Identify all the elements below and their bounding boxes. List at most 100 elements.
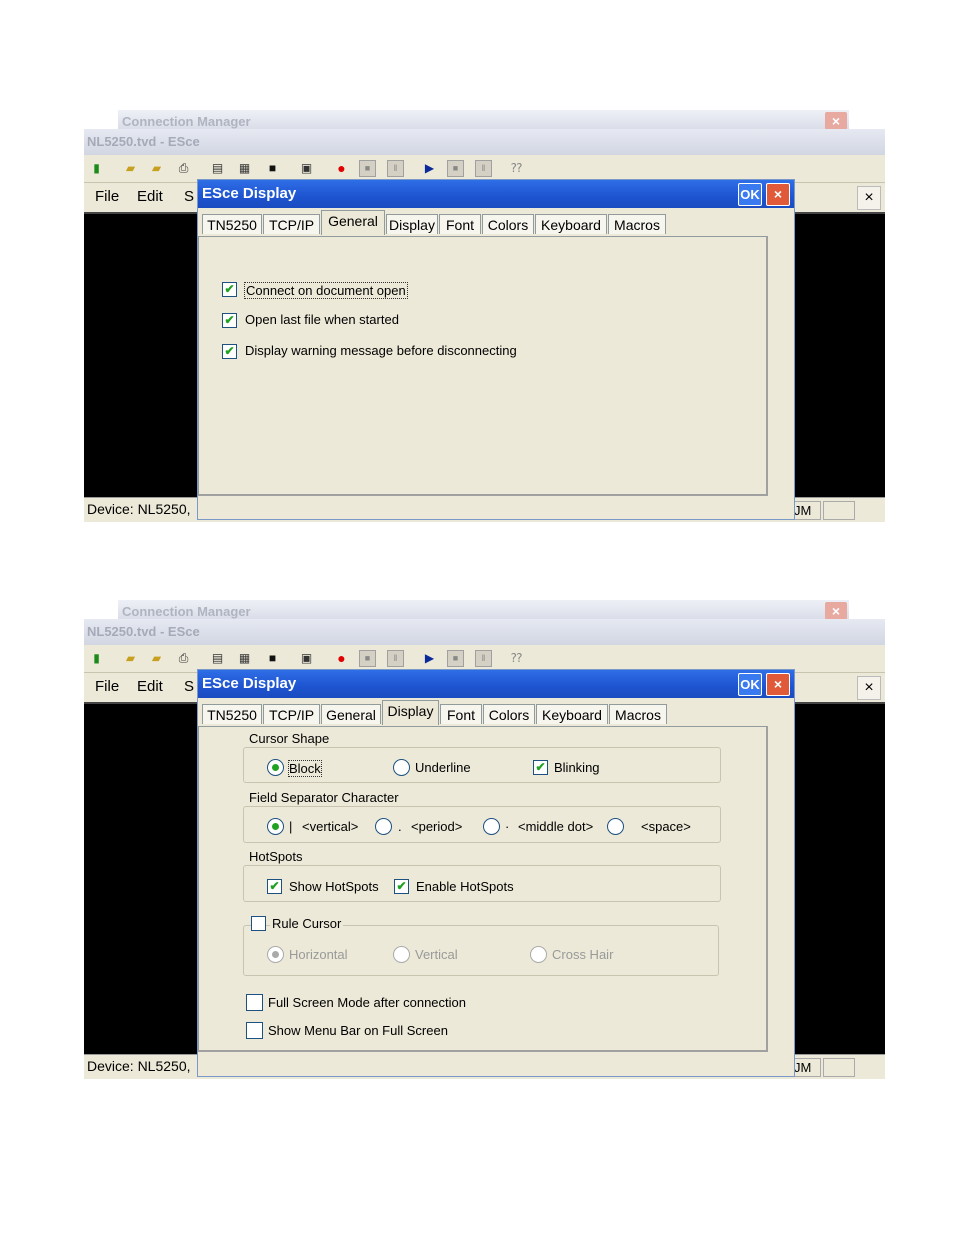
warning-disconnect-label[interactable]: Display warning message before disconnec… [245,343,517,358]
separator-period-radio[interactable] [375,818,392,835]
separator-vertical-label[interactable]: <vertical> [302,819,358,834]
tab-colors[interactable]: Colors [482,214,534,234]
separator-space-label[interactable]: <space> [641,819,691,834]
rule-cursor-title[interactable]: Rule Cursor [270,916,344,931]
cursor-blinking-checkbox[interactable]: ✔ [533,760,548,775]
dialog-close-button[interactable]: × [766,183,790,206]
copy-icon[interactable]: ▤ [209,160,226,177]
tab-tcpip[interactable]: TCP/IP [263,704,320,724]
stop-icon[interactable]: ■ [359,650,376,667]
main-close-button[interactable]: × [857,186,881,210]
paste-icon[interactable]: ▦ [236,650,253,667]
monitor-icon[interactable]: ■ [264,160,281,177]
dialog-title: ESce Display [202,185,297,202]
paste-icon[interactable]: ▦ [236,160,253,177]
open-last-file-label[interactable]: Open last file when started [245,312,399,327]
tab-general[interactable]: General [321,210,385,235]
menu-file[interactable]: File [95,188,119,205]
rule-horizontal-radio[interactable] [267,946,284,963]
separator-vertical-radio[interactable] [267,818,284,835]
menu-partial[interactable]: S [184,188,194,205]
connect-on-open-checkbox[interactable]: ✔ [222,282,237,297]
help-icon[interactable]: ⁇ [508,160,525,177]
separator-middle-dot-label[interactable]: <middle dot> [518,819,593,834]
pause-icon[interactable]: ‖ [387,160,404,177]
record-icon[interactable]: ● [333,650,350,667]
separator-space-radio[interactable] [607,818,624,835]
separator-period-label[interactable]: <period> [411,819,462,834]
stop-play-icon[interactable]: ■ [447,650,464,667]
tab-font[interactable]: Font [439,214,481,234]
enable-hotspots-checkbox[interactable]: ✔ [394,879,409,894]
connect-icon[interactable]: ▮ [88,650,105,667]
capture-icon[interactable]: ▣ [298,650,315,667]
stop-play-icon[interactable]: ■ [447,160,464,177]
record-icon[interactable]: ● [333,160,350,177]
open-folder-icon[interactable]: ▰ [122,160,139,177]
full-screen-label[interactable]: Full Screen Mode after connection [268,995,466,1010]
tab-display[interactable]: Display [386,214,438,234]
menu-edit[interactable]: Edit [137,678,163,695]
capture-icon[interactable]: ▣ [298,160,315,177]
full-screen-checkbox[interactable] [246,994,263,1011]
tab-tcpip[interactable]: TCP/IP [263,214,320,234]
main-close-button[interactable]: × [857,676,881,700]
tab-general[interactable]: General [321,704,381,724]
tab-tn5250[interactable]: TN5250 [202,214,262,234]
show-hotspots-label[interactable]: Show HotSpots [289,879,379,894]
warning-disconnect-checkbox[interactable]: ✔ [222,344,237,359]
connection-manager-titlebar: Connection Manager × [118,110,849,130]
tab-keyboard[interactable]: Keyboard [535,214,607,234]
tab-keyboard[interactable]: Keyboard [536,704,608,724]
connect-on-open-label[interactable]: Connect on document open [244,282,408,299]
cursor-block-label[interactable]: Block [288,760,322,777]
rule-vertical-label[interactable]: Vertical [415,947,458,962]
menu-bar-label[interactable]: Show Menu Bar on Full Screen [268,1023,448,1038]
dialog-ok-button[interactable]: OK [738,183,762,206]
tab-display[interactable]: Display [382,700,439,725]
rule-cross-hair-label[interactable]: Cross Hair [552,947,613,962]
pause-play-icon[interactable]: ‖ [475,160,492,177]
connection-manager-close-button[interactable]: × [825,112,847,130]
open-last-file-checkbox[interactable]: ✔ [222,313,237,328]
cursor-underline-label[interactable]: Underline [415,760,471,775]
rule-cross-hair-radio[interactable] [530,946,547,963]
help-icon[interactable]: ⁇ [508,650,525,667]
cursor-underline-radio[interactable] [393,759,410,776]
rule-vertical-radio[interactable] [393,946,410,963]
pause-icon[interactable]: ‖ [387,650,404,667]
tab-colors[interactable]: Colors [483,704,535,724]
connect-icon[interactable]: ▮ [88,160,105,177]
show-hotspots-checkbox[interactable]: ✔ [267,879,282,894]
cursor-block-radio[interactable] [267,759,284,776]
play-icon[interactable]: ▶ [421,650,438,667]
open-folder-icon[interactable]: ▰ [122,650,139,667]
dialog-ok-button[interactable]: OK [738,673,762,696]
cursor-blinking-label[interactable]: Blinking [554,760,600,775]
menu-file[interactable]: File [95,678,119,695]
status-box [823,1058,855,1077]
monitor-icon[interactable]: ■ [264,650,281,667]
stop-icon[interactable]: ■ [359,160,376,177]
connection-manager-title: Connection Manager [122,114,251,129]
pause-play-icon[interactable]: ‖ [475,650,492,667]
save-folder-icon[interactable]: ▰ [148,650,165,667]
enable-hotspots-label[interactable]: Enable HotSpots [416,879,514,894]
menu-partial[interactable]: S [184,678,194,695]
tab-macros[interactable]: Macros [608,214,666,234]
tab-tn5250[interactable]: TN5250 [202,704,262,724]
dialog-close-button[interactable]: × [766,673,790,696]
tab-macros[interactable]: Macros [609,704,667,724]
copy-icon[interactable]: ▤ [209,650,226,667]
separator-middle-dot-radio[interactable] [483,818,500,835]
play-icon[interactable]: ▶ [421,160,438,177]
save-folder-icon[interactable]: ▰ [148,160,165,177]
menu-bar-checkbox[interactable] [246,1022,263,1039]
rule-horizontal-label[interactable]: Horizontal [289,947,348,962]
rule-cursor-checkbox[interactable] [251,916,266,931]
connection-manager-close-button[interactable]: × [825,602,847,620]
print-icon[interactable]: ⎙ [175,650,192,667]
tab-font[interactable]: Font [440,704,482,724]
menu-edit[interactable]: Edit [137,188,163,205]
print-icon[interactable]: ⎙ [175,160,192,177]
